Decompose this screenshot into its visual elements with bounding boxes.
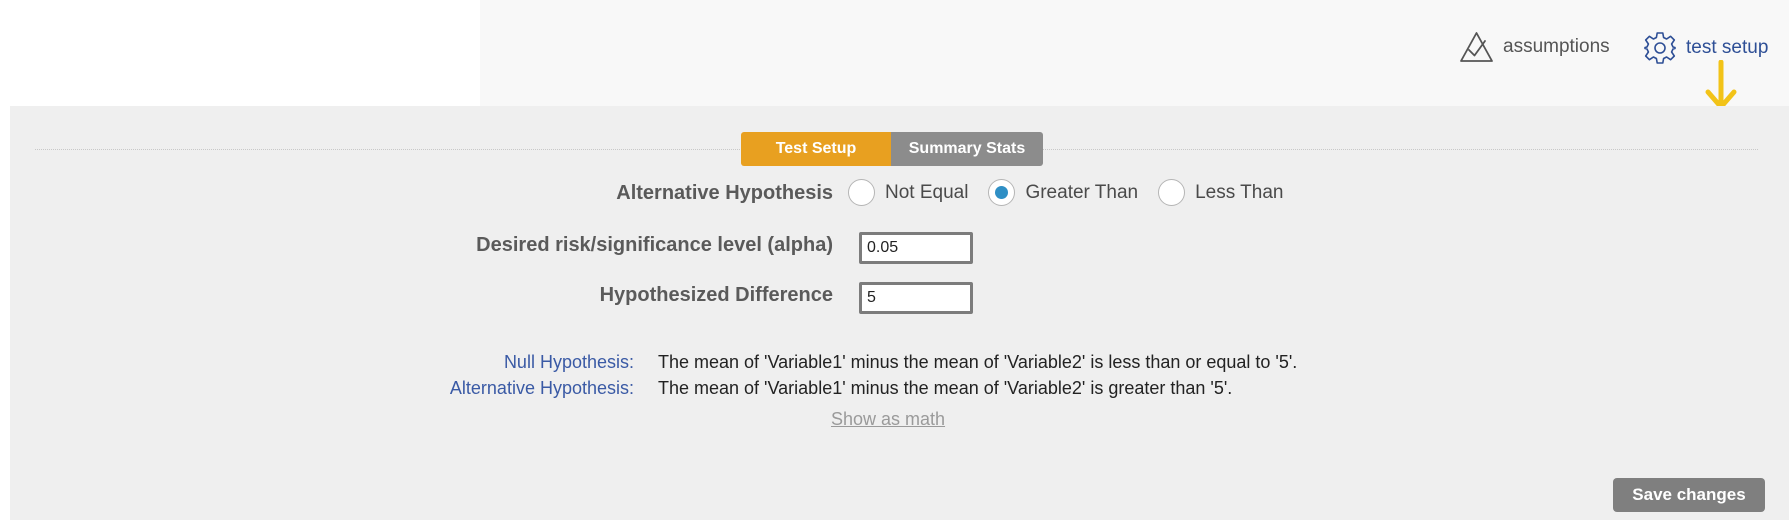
radio-not-equal[interactable] (848, 179, 875, 206)
radio-label-less-than: Less Than (1195, 181, 1284, 203)
assumptions-label: assumptions (1503, 36, 1610, 57)
assumptions-link[interactable]: assumptions (1458, 30, 1610, 64)
gear-icon (1642, 30, 1678, 66)
test-setup-panel: Test Setup Summary Stats Alternative Hyp… (10, 106, 1789, 520)
radio-option-greater-than[interactable]: Greater Than (988, 179, 1138, 206)
tab-bar: Test Setup Summary Stats (741, 132, 1043, 166)
null-hypothesis-text: The mean of 'Variable1' minus the mean o… (658, 352, 1298, 372)
tab-summary-stats[interactable]: Summary Stats (891, 132, 1043, 166)
radio-option-not-equal[interactable]: Not Equal (848, 179, 968, 206)
save-changes-button[interactable]: Save changes (1613, 478, 1765, 512)
radio-less-than[interactable] (1158, 179, 1186, 206)
alternative-hypothesis-statement-text: The mean of 'Variable1' minus the mean o… (658, 378, 1233, 398)
test-setup-label: test setup (1686, 37, 1769, 58)
radio-option-less-than[interactable]: Less Than (1158, 179, 1284, 206)
alternative-hypothesis-statement-label: Alternative Hypothesis: (449, 378, 634, 398)
hypothesized-difference-label: Hypothesized Difference (599, 284, 833, 306)
hypothesized-difference-input[interactable] (859, 282, 973, 314)
tab-test-setup[interactable]: Test Setup (741, 132, 891, 166)
alternative-hypothesis-label: Alternative Hypothesis (616, 182, 833, 204)
triangle-check-icon (1458, 30, 1495, 64)
radio-label-greater-than: Greater Than (1025, 181, 1139, 203)
null-hypothesis-label: Null Hypothesis: (503, 352, 634, 372)
radio-label-not-equal: Not Equal (885, 181, 969, 203)
alternative-hypothesis-radio-group: Not Equal Greater Than Less Than (848, 179, 1304, 206)
radio-greater-than[interactable] (988, 179, 1016, 206)
alpha-label: Desired risk/significance level (alpha) (476, 234, 833, 256)
alpha-input[interactable] (859, 232, 973, 264)
show-as-math-link[interactable]: Show as math (831, 409, 945, 430)
